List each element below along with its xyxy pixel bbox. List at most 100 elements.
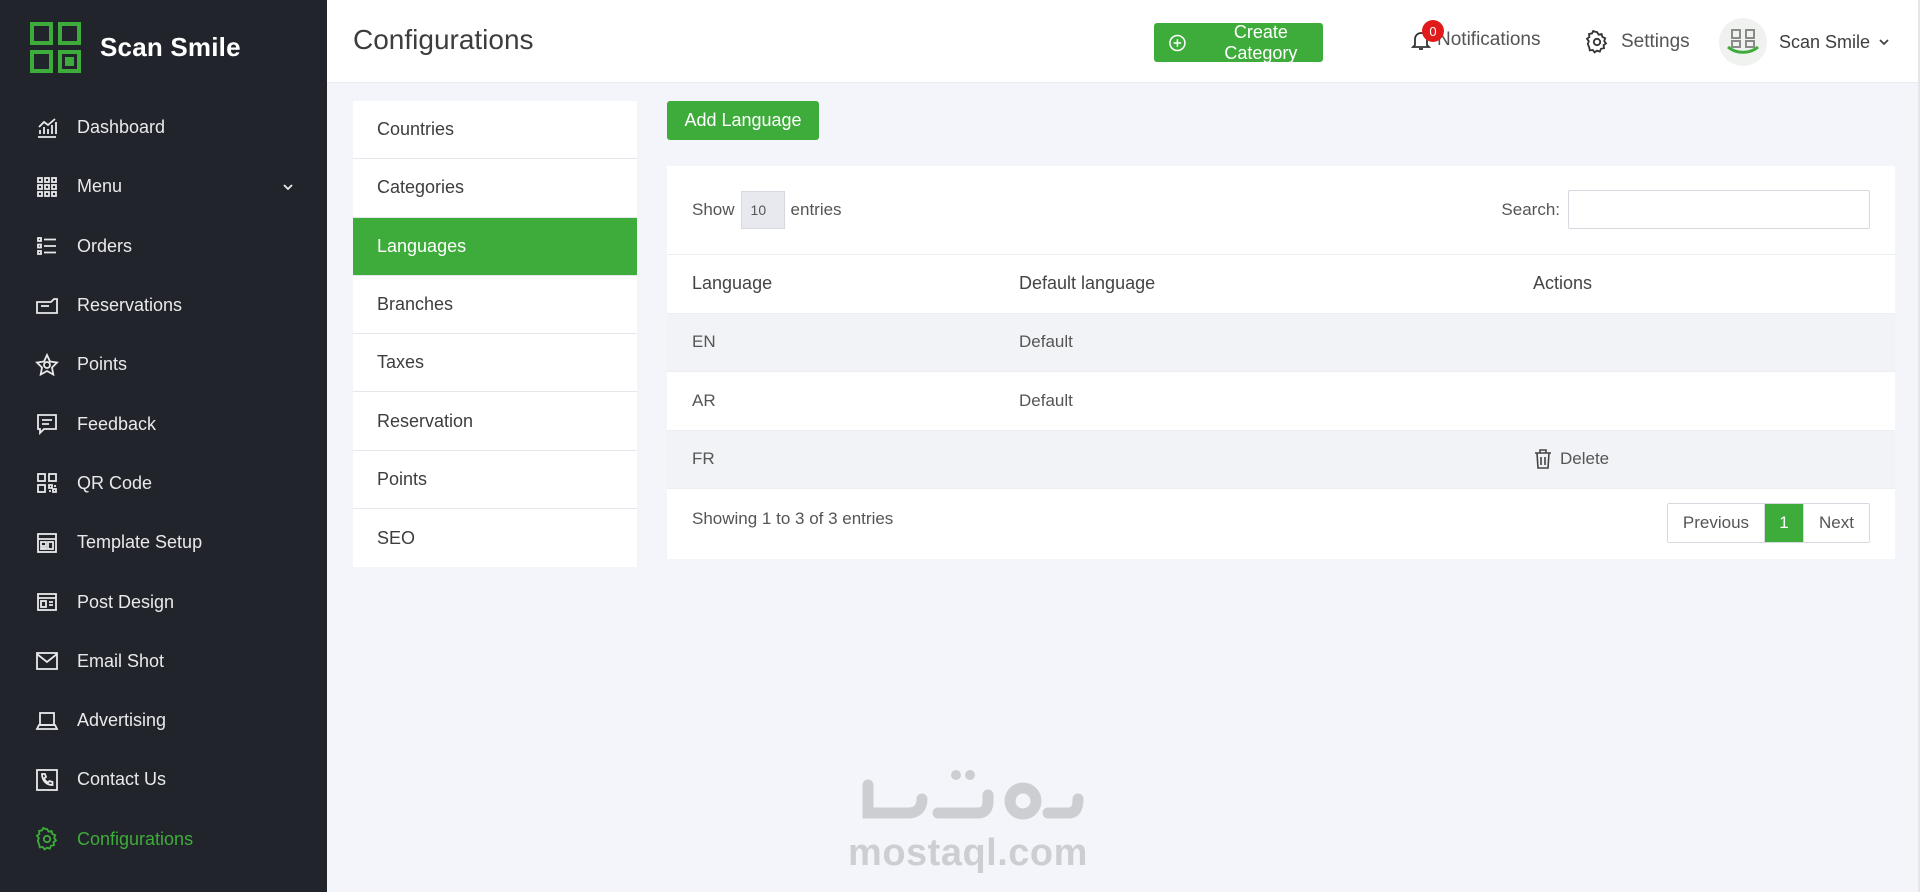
create-category-label: Create Category [1224,21,1298,63]
config-submenu: Countries Categories Languages Branches … [353,101,637,568]
entries-label: entries [790,200,842,219]
submenu-item-branches[interactable]: Branches [353,276,637,335]
pagination-page-1[interactable]: 1 [1765,504,1804,542]
submenu-item-seo[interactable]: SEO [353,509,637,567]
table-row: FR Delete [667,430,1895,489]
table-row: AR Default [667,372,1895,431]
entries-select[interactable]: 10 [740,191,785,229]
cell-default: Default [1019,390,1073,410]
submenu-item-points[interactable]: Points [353,451,637,510]
cell-default: Default [1019,332,1073,352]
mostaql-logo-icon [862,770,1084,820]
submenu-item-categories[interactable]: Categories [353,159,637,218]
gear-icon [1585,30,1608,54]
search-input[interactable] [1568,190,1870,229]
delete-button[interactable]: Delete [1533,448,1609,470]
sidebar-item-contact-us[interactable]: Contact Us [0,750,327,809]
sidebar-item-orders[interactable]: Orders [0,217,327,276]
pagination-next[interactable]: Next [1803,504,1869,542]
notifications-label: Notifications [1437,29,1541,50]
chevron-down-icon[interactable] [281,180,295,194]
sidebar-item-label: Configurations [77,828,194,849]
cell-language: AR [692,390,716,410]
sidebar-item-configurations[interactable]: Configurations [0,810,327,869]
cell-language: EN [692,332,716,352]
sidebar-item-template-setup[interactable]: Template Setup [0,513,327,572]
column-header-actions: Actions [1533,273,1593,294]
column-header-default-language[interactable]: Default language [1019,273,1533,294]
show-entries: Show 10 entries [692,191,842,229]
dashboard-chart-icon [35,116,59,140]
ticket-icon [35,294,59,318]
star-icon [35,352,59,377]
sidebar-item-label: Contact Us [77,769,167,790]
sidebar-item-qr-code[interactable]: QR Code [0,454,327,513]
brand[interactable]: Scan Smile [30,22,241,73]
pagination: Previous 1 Next [1666,503,1870,543]
sidebar-item-label: Template Setup [77,532,203,553]
submenu-item-countries[interactable]: Countries [353,101,637,160]
languages-table: Language Default language Actions EN Def… [667,254,1895,489]
search-label: Search: [1501,199,1560,219]
sidebar-item-label: Orders [77,235,133,256]
sidebar-item-label: Feedback [77,413,157,434]
notifications-button[interactable]: 0 Notifications [1409,20,1541,52]
notifications-badge: 0 [1422,20,1444,42]
sidebar-item-label: Reservations [77,295,183,316]
phone-icon [35,768,59,792]
grid-icon [35,175,59,199]
submenu-item-taxes[interactable]: Taxes [353,334,637,393]
trash-icon [1535,449,1551,470]
sidebar: Scan Smile Dashboard Menu Orders Reserva… [0,0,327,892]
watermark-text: mostaql.com [848,832,1088,874]
chevron-down-icon [1879,39,1889,46]
list-icon [35,234,59,258]
sidebar-item-menu[interactable]: Menu [0,157,327,216]
watermark: mostaql.com [848,765,1088,875]
sidebar-item-label: Dashboard [77,117,166,138]
search-area: Search: [1501,190,1870,229]
sidebar-item-points[interactable]: Points [0,335,327,394]
sidebar-item-label: Email Shot [77,650,165,671]
delete-label: Delete [1560,449,1610,469]
sidebar-item-feedback[interactable]: Feedback [0,394,327,453]
sidebar-item-post-design[interactable]: Post Design [0,572,327,631]
post-design-icon [35,590,59,614]
brand-name: Scan Smile [100,32,241,62]
table-header-row: Language Default language Actions [667,255,1895,314]
languages-card: Show 10 entries Search: Language Default… [667,166,1895,559]
settings-button[interactable]: Settings [1585,30,1690,54]
cell-language: FR [692,449,715,469]
sidebar-item-label: QR Code [77,472,153,493]
settings-label: Settings [1621,31,1690,52]
submenu-item-languages[interactable]: Languages [353,217,637,276]
qr-logo-icon [30,22,81,73]
sidebar-nav: Dashboard Menu Orders Reservations Point… [0,98,327,869]
submenu-item-reservation[interactable]: Reservation [353,392,637,451]
sidebar-item-reservations[interactable]: Reservations [0,276,327,335]
gear-icon [35,827,59,851]
sidebar-item-label: Post Design [77,591,175,612]
feedback-icon [35,412,59,436]
sidebar-item-label: Menu [77,176,123,197]
qr-logo-icon [1727,29,1759,54]
column-header-language[interactable]: Language [667,273,1019,294]
sidebar-item-label: Points [77,354,128,375]
qr-code-icon [35,471,59,495]
table-info: Showing 1 to 3 of 3 entries [692,509,894,528]
user-menu[interactable]: Scan Smile [1719,18,1890,66]
add-language-button[interactable]: Add Language [667,101,819,140]
sidebar-item-dashboard[interactable]: Dashboard [0,98,327,157]
pagination-previous[interactable]: Previous [1667,504,1766,542]
sidebar-item-email-shot[interactable]: Email Shot [0,632,327,691]
template-icon [35,531,59,555]
create-category-button[interactable]: Create Category [1154,21,1323,63]
table-row: EN Default [667,313,1895,372]
show-label: Show [692,200,735,219]
top-header: Configurations Create Category 0 Notific… [327,0,1920,83]
user-name: Scan Smile [1779,31,1871,52]
cell-actions: Delete [1533,448,1895,470]
page-title: Configurations [353,24,534,55]
avatar [1719,18,1767,66]
sidebar-item-advertising[interactable]: Advertising [0,691,327,750]
